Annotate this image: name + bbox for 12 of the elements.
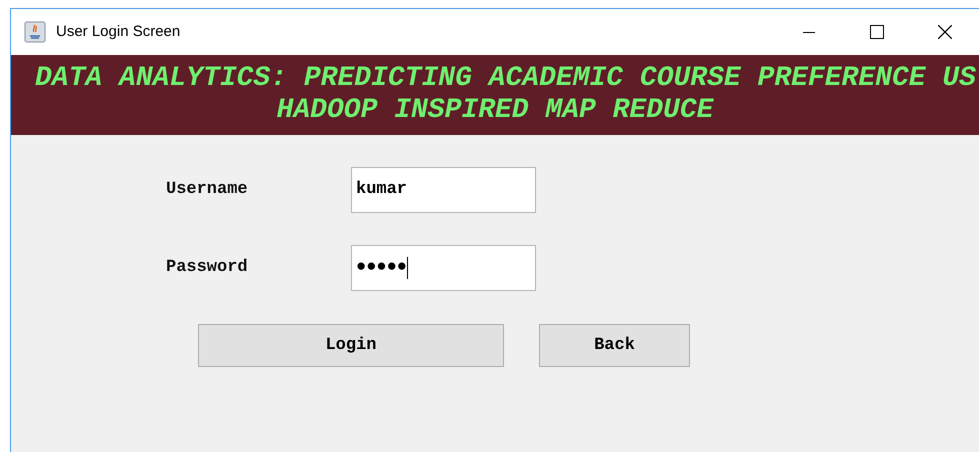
login-button[interactable]: Login — [198, 324, 504, 367]
close-icon — [938, 25, 952, 39]
input-field[interactable]: kumar — [351, 167, 536, 213]
window-title: User Login Screen — [56, 22, 180, 42]
app-icon — [24, 21, 46, 43]
back-button[interactable]: Back — [539, 324, 690, 367]
input-field[interactable]: ●●●●● — [351, 245, 536, 291]
banner-line: DATA ANALYTICS: PREDICTING ACADEMIC COURSE PREFERENCE US — [34, 63, 977, 95]
field-label: Password — [166, 257, 249, 280]
field-label: Username — [166, 179, 249, 202]
maximize-icon — [870, 25, 884, 39]
banner-line: HADOOP INSPIRED MAP REDUCE — [276, 95, 715, 127]
